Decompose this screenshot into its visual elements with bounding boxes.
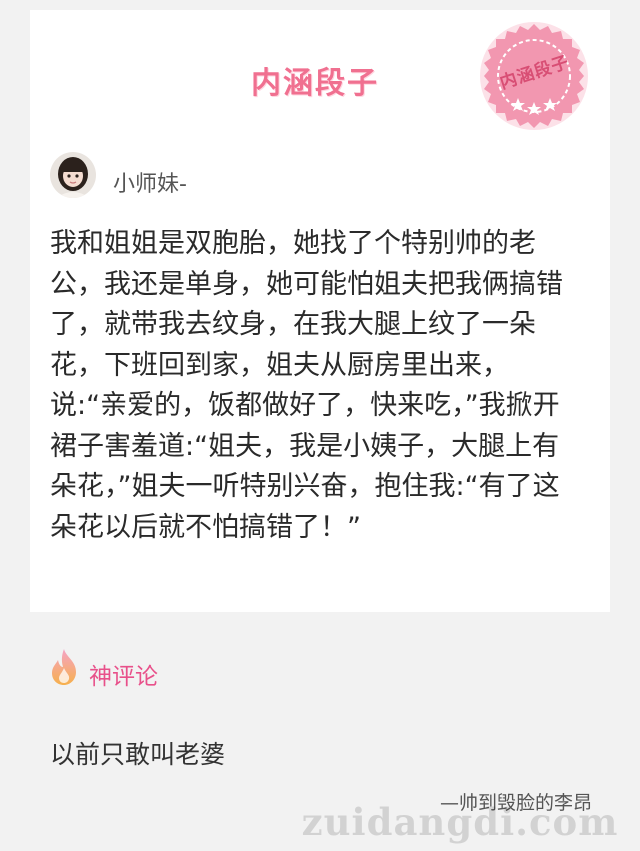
app-logo-title: 内涵段子 — [251, 66, 379, 101]
post-content: 我和姐姐是双胞胎，她找了个特别帅的老公，我还是单身，她可能怕姐夫把我俩搞错了，就… — [50, 228, 563, 543]
god-comment-label: 神评论 — [89, 664, 158, 690]
avatar-image — [50, 152, 96, 198]
stamp-logo: 内涵段子 — [478, 20, 590, 132]
username[interactable]: 小师妹- — [113, 166, 187, 198]
fire-icon — [48, 648, 80, 686]
avatar[interactable] — [50, 152, 96, 198]
top-comment-text: 以前只敢叫老婆 — [50, 740, 226, 769]
watermark: zuidangdi.com — [301, 800, 619, 844]
